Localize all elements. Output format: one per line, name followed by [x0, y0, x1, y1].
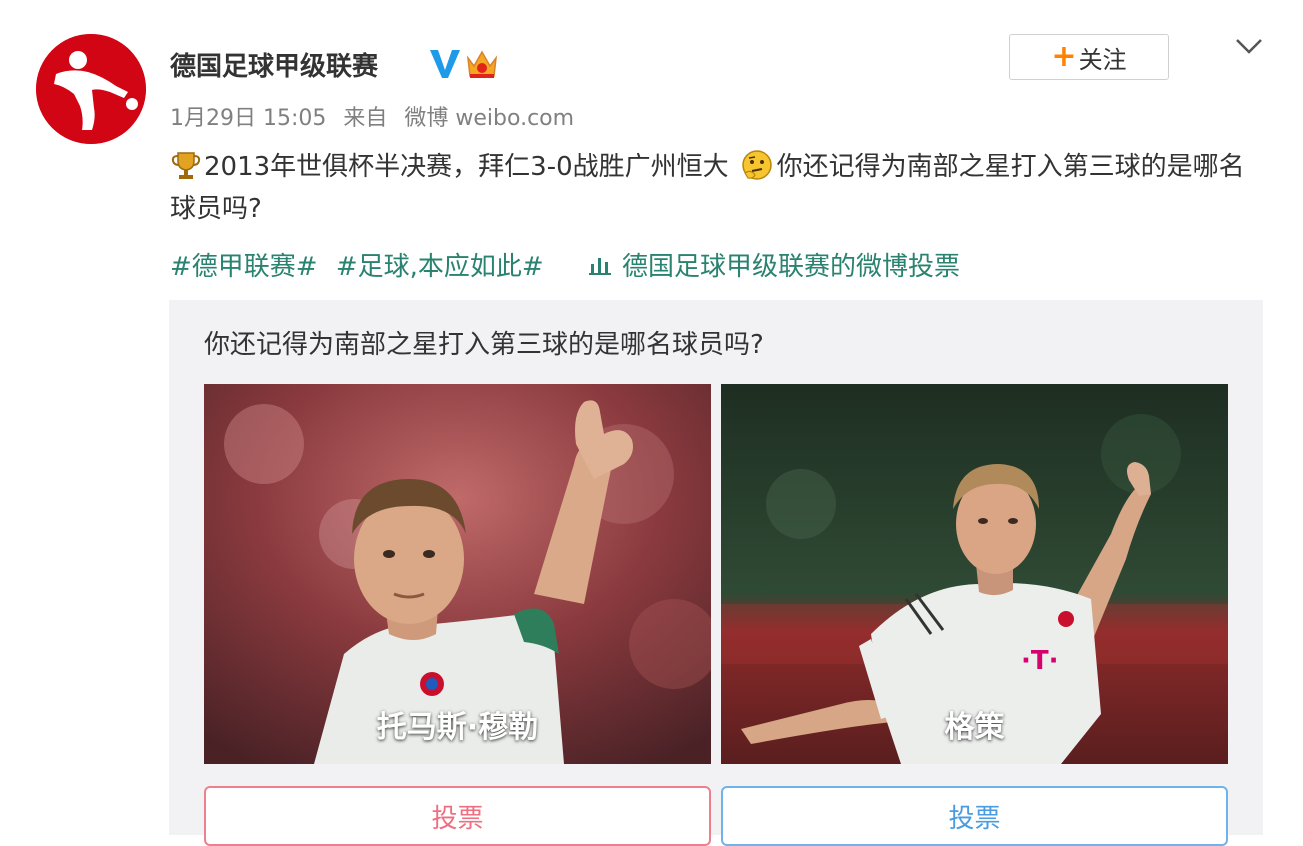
bar-chart-icon	[588, 258, 611, 275]
source-prefix: 来自	[343, 106, 388, 131]
vote-link[interactable]: 德国足球甲级联赛的微博投票	[588, 252, 960, 282]
poll-option-image[interactable]: ·T· 格策	[721, 384, 1228, 764]
post-meta: 1月29日 15:05 来自 微博 weibo.com	[170, 100, 574, 132]
avatar[interactable]	[36, 34, 146, 144]
post-text-part1: 2013年世俱杯半决赛，拜仁3-0战胜广州恒大	[204, 152, 729, 182]
poll-option-label: 格策	[944, 710, 1005, 745]
blue-v-icon	[430, 50, 460, 78]
thinking-face-icon	[741, 150, 772, 180]
plus-icon: +	[1051, 39, 1077, 74]
topic-tag[interactable]: #足球,本应如此#	[336, 252, 544, 282]
bundesliga-logo-icon	[36, 34, 146, 144]
author-name[interactable]: 德国足球甲级联赛	[170, 46, 378, 83]
crown-icon	[466, 50, 498, 78]
vote-button[interactable]: 投票	[721, 786, 1228, 846]
trophy-icon	[171, 152, 201, 179]
vote-button[interactable]: 投票	[204, 786, 711, 846]
vote-link-label: 德国足球甲级联赛的微博投票	[621, 252, 960, 282]
post-date[interactable]: 1月29日 15:05	[170, 106, 326, 131]
post-text: 2013年世俱杯半决赛，拜仁3-0战胜广州恒大 你还记得为南部之星打入第三球的是…	[170, 146, 1270, 230]
post-source[interactable]: 微博 weibo.com	[404, 106, 574, 131]
follow-label: 关注	[1078, 45, 1127, 74]
poll-option-image[interactable]: 托马斯·穆勒	[204, 384, 711, 764]
topic-tag[interactable]: #德甲联赛#	[170, 252, 318, 282]
svg-text:·T·: ·T·	[1021, 646, 1059, 676]
chevron-down-icon[interactable]	[1234, 36, 1264, 56]
poll-card: 你还记得为南部之星打入第三球的是哪名球员吗? 托马斯·穆勒 ·T· 格策 投票 …	[169, 300, 1263, 846]
follow-button[interactable]: + 关注	[1009, 34, 1169, 80]
poll-option-label: 托马斯·穆勒	[376, 710, 539, 745]
poll-question: 你还记得为南部之星打入第三球的是哪名球员吗?	[204, 330, 764, 360]
topic-tags: #德甲联赛# #足球,本应如此# 德国足球甲级联赛的微博投票	[170, 246, 960, 283]
